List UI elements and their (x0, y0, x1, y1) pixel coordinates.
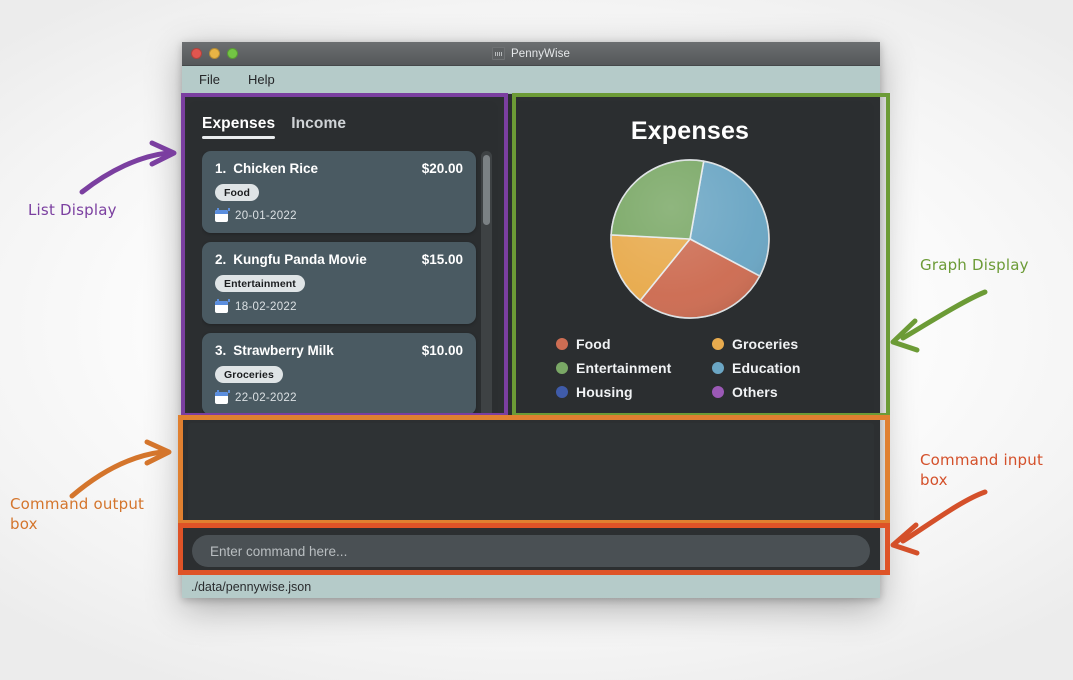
calendar-icon (215, 208, 230, 222)
list-item-title: 3. Strawberry Milk (215, 343, 334, 358)
legend-item-groceries: Groceries (712, 336, 860, 352)
list-item-header: 2. Kungfu Panda Movie $15.00 (215, 252, 463, 267)
list-scrollbar[interactable] (481, 151, 492, 417)
window-title-group: PennyWise (182, 47, 880, 60)
list-item-index: 2. (215, 252, 227, 267)
list-tabs: Expenses Income (202, 115, 492, 139)
list-item-amount: $10.00 (421, 343, 463, 358)
calendar-icon (215, 299, 230, 313)
upper-panels-row: Expenses Income 1. Chicken Rice $20.00 Fo… (188, 101, 874, 417)
list-item-header: 3. Strawberry Milk $10.00 (215, 343, 463, 358)
application-window: PennyWise File Help Expenses Income 1. Ch… (182, 42, 880, 598)
list-item-date: 20-01-2022 (235, 210, 297, 222)
menu-bar: File Help (182, 66, 880, 94)
window-title: PennyWise (510, 47, 571, 60)
window-titlebar[interactable]: PennyWise (182, 42, 880, 66)
chart-legend: Food Groceries Entertainment Education H… (520, 336, 860, 400)
legend-item-entertainment: Entertainment (556, 360, 704, 376)
status-bar: ./data/pennywise.json (182, 574, 880, 598)
calendar-icon (215, 390, 230, 404)
tab-expenses[interactable]: Expenses (202, 115, 276, 139)
legend-label-groceries: Groceries (732, 336, 799, 352)
list-item-category-tag: Food (215, 184, 260, 201)
legend-label-food: Food (576, 336, 611, 352)
graph-display-panel: Expenses Food Groceries Entertainment Ed… (506, 101, 874, 417)
list-item-category-tag: Entertainment (215, 275, 305, 292)
legend-dot-others (712, 386, 724, 398)
list-item-date: 18-02-2022 (235, 301, 297, 313)
expense-list-scroll-area: 1. Chicken Rice $20.00 Food 20-01-2022 2… (202, 151, 492, 417)
menu-help[interactable]: Help (245, 70, 278, 89)
chart-app-icon (491, 47, 505, 60)
list-item-amount: $15.00 (421, 252, 463, 267)
chart-title: Expenses (630, 117, 750, 145)
list-item-amount: $20.00 (421, 161, 463, 176)
list-item-header: 1. Chicken Rice $20.00 (215, 161, 463, 176)
expenses-pie-chart (607, 156, 773, 322)
menu-file[interactable]: File (196, 70, 223, 89)
tab-income[interactable]: Income (291, 115, 346, 139)
list-item-date-row: 18-02-2022 (215, 299, 463, 313)
legend-item-others: Others (712, 384, 860, 400)
main-content: Expenses Income 1. Chicken Rice $20.00 Fo… (182, 95, 880, 574)
list-item-index: 1. (215, 161, 227, 176)
list-item-title: 2. Kungfu Panda Movie (215, 252, 367, 267)
list-item-date: 22-02-2022 (235, 392, 297, 404)
list-item[interactable]: 1. Chicken Rice $20.00 Food 20-01-2022 (202, 151, 476, 233)
legend-item-food: Food (556, 336, 704, 352)
list-item-category-tag: Groceries (215, 366, 283, 383)
legend-item-education: Education (712, 360, 860, 376)
list-item-title: 1. Chicken Rice (215, 161, 318, 176)
list-item-date-row: 20-01-2022 (215, 208, 463, 222)
command-output-box (188, 423, 874, 528)
minimize-button[interactable] (209, 48, 220, 59)
legend-label-education: Education (732, 360, 801, 376)
command-input[interactable] (192, 535, 870, 567)
legend-dot-entertainment (556, 362, 568, 374)
list-item[interactable]: 2. Kungfu Panda Movie $15.00 Entertainmen… (202, 242, 476, 324)
legend-dot-food (556, 338, 568, 350)
legend-label-others: Others (732, 384, 778, 400)
list-item-name: Kungfu Panda Movie (233, 252, 367, 267)
legend-item-housing: Housing (556, 384, 704, 400)
legend-label-entertainment: Entertainment (576, 360, 672, 376)
command-input-row (188, 534, 874, 568)
list-item-name: Chicken Rice (233, 161, 319, 176)
list-scrollbar-thumb[interactable] (483, 155, 490, 225)
pie-chart-svg (610, 159, 770, 319)
list-item-name: Strawberry Milk (233, 343, 334, 358)
legend-dot-housing (556, 386, 568, 398)
list-item-index: 3. (215, 343, 227, 358)
maximize-button[interactable] (227, 48, 238, 59)
status-file-path: ./data/pennywise.json (191, 579, 312, 594)
list-display-panel: Expenses Income 1. Chicken Rice $20.00 Fo… (188, 101, 498, 417)
list-item-date-row: 22-02-2022 (215, 390, 463, 404)
list-item[interactable]: 3. Strawberry Milk $10.00 Groceries 22-02… (202, 333, 476, 415)
close-button[interactable] (191, 48, 202, 59)
expense-list: 1. Chicken Rice $20.00 Food 20-01-2022 2… (202, 151, 476, 415)
legend-dot-groceries (712, 338, 724, 350)
legend-dot-education (712, 362, 724, 374)
legend-label-housing: Housing (576, 384, 633, 400)
